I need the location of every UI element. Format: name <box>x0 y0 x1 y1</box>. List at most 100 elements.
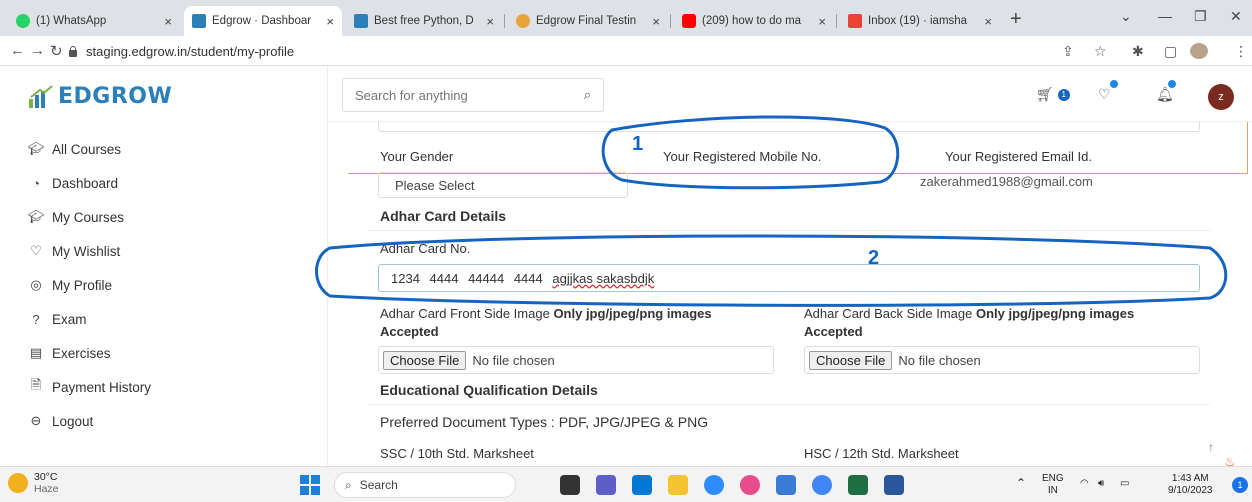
language-indicator[interactable]: ENG IN <box>1042 473 1064 497</box>
teams-icon[interactable] <box>596 475 616 495</box>
file-explorer-icon[interactable] <box>668 475 688 495</box>
excel-icon[interactable] <box>848 475 868 495</box>
restore-icon[interactable]: ❐ <box>1194 8 1207 25</box>
sidebar-item-label: All Courses <box>52 141 122 157</box>
gender-select[interactable]: Please Select <box>378 172 628 198</box>
front-choose-file-button[interactable]: Choose File <box>383 350 467 370</box>
sidebar: EDGROW 🎓︎ All Courses ◔ Dashboard 🎓︎ My … <box>0 66 328 466</box>
back-accepted-label: Accepted <box>804 324 863 339</box>
top-header: ⌕ 🛒︎ 1 ♡ 🔔︎ z <box>328 66 1252 122</box>
bookmark-star-icon[interactable]: ☆ <box>1094 43 1107 60</box>
gauge-icon: ◔ <box>32 175 40 191</box>
sidebar-item-exam[interactable]: ? Exam <box>28 302 151 336</box>
sidebar-item-my-profile[interactable]: ◎ My Profile <box>28 268 151 302</box>
windows-taskbar: 30°C Haze ⌕ Search ⌃ ENG IN ◠ 🔊︎ ▭ 1:43 … <box>0 466 1252 502</box>
address-bar: ← → ↻ staging.edgrow.in/student/my-profi… <box>0 36 1252 66</box>
menu-dots-icon[interactable]: ⋮ <box>1234 43 1248 60</box>
close-icon[interactable]: × <box>486 14 494 29</box>
window-close-icon[interactable]: ✕ <box>1230 8 1242 25</box>
scroll-top-icon[interactable]: ↑ <box>1208 440 1214 454</box>
search-icon[interactable]: ⌕ <box>584 87 591 103</box>
task-view-icon[interactable] <box>560 475 580 495</box>
adhar-section-title: Adhar Card Details <box>380 208 507 224</box>
region-text: IN <box>1047 485 1058 496</box>
tab-gmail[interactable]: Inbox (19) · iamsha × <box>840 6 1000 36</box>
zoom-icon[interactable] <box>704 475 724 495</box>
minimize-icon[interactable]: — <box>1158 8 1172 24</box>
logout-icon: ⊖ <box>30 413 42 428</box>
windows-start-icon[interactable] <box>300 475 320 495</box>
wifi-icon[interactable]: ◠ <box>1080 478 1089 490</box>
front-image-file-input[interactable]: Choose File No file chosen <box>378 346 774 374</box>
tab-title: Best free Python, D <box>374 15 474 27</box>
avatar[interactable]: z <box>1208 84 1234 110</box>
sidebar-item-logout[interactable]: ⊖ Logout <box>28 404 151 438</box>
edgrow-icon <box>354 14 368 28</box>
back-icon[interactable]: ← <box>10 42 25 59</box>
share-icon[interactable]: ⇪ <box>1062 43 1074 60</box>
back-image-file-input[interactable]: Choose File No file chosen <box>804 346 1200 374</box>
volume-icon[interactable]: 🔊︎ <box>1098 478 1104 490</box>
extensions-icon[interactable]: ✱ <box>1132 43 1144 60</box>
sidebar-item-all-courses[interactable]: 🎓︎ All Courses <box>28 132 151 166</box>
chevron-up-icon[interactable]: ⌃ <box>1016 477 1026 489</box>
url-text: staging.edgrow.in/student/my-profile <box>86 43 295 59</box>
education-section-title: Educational Qualification Details <box>380 382 598 398</box>
edgrow-icon <box>192 14 206 28</box>
sidebar-item-exercises[interactable]: ▤ Exercises <box>28 336 151 370</box>
cart-button[interactable]: 🛒︎ 1 <box>1036 86 1070 103</box>
forward-icon[interactable]: → <box>30 42 45 59</box>
back-choose-file-button[interactable]: Choose File <box>809 350 893 370</box>
notepad-icon[interactable] <box>776 475 796 495</box>
reload-icon[interactable]: ↻ <box>50 42 63 60</box>
user-icon: ◎ <box>30 277 42 292</box>
profile-avatar-icon[interactable] <box>1190 43 1208 59</box>
taskbar-search[interactable]: ⌕ Search <box>334 472 516 498</box>
tab-title: Inbox (19) · iamsha <box>868 15 968 27</box>
sidebar-item-dashboard[interactable]: ◔ Dashboard <box>28 166 151 200</box>
notification-button[interactable]: 🔔︎ <box>1156 80 1176 103</box>
sidebar-item-my-wishlist[interactable]: ♡ My Wishlist <box>28 234 151 268</box>
sidebar-item-payment-history[interactable]: 🗎︎ Payment History <box>28 370 151 404</box>
search-input[interactable] <box>355 87 555 103</box>
close-icon[interactable]: × <box>652 14 660 29</box>
store-icon[interactable] <box>632 475 652 495</box>
adhar-number-input[interactable]: 1234 4444 44444 4444 agjjkas sakasbdjk <box>378 264 1200 292</box>
logo-text: EDGROW <box>58 84 173 109</box>
edgrow-logo[interactable]: EDGROW <box>28 84 172 109</box>
flame-icon[interactable]: ♨ <box>1224 454 1236 466</box>
clock[interactable]: 1:43 AM 9/10/2023 <box>1168 473 1213 497</box>
word-icon[interactable] <box>884 475 904 495</box>
search-icon: ⌕ <box>345 477 352 492</box>
tab-youtube[interactable]: (209) how to do ma × <box>674 6 834 36</box>
new-tab-button[interactable]: + <box>1010 8 1022 31</box>
sidebar-nav: 🎓︎ All Courses ◔ Dashboard 🎓︎ My Courses… <box>28 132 151 438</box>
app-icon[interactable] <box>740 475 760 495</box>
chrome-icon[interactable] <box>812 475 832 495</box>
adhar-number-text: agjjkas sakasbdjk <box>552 270 655 286</box>
weather-text: Haze <box>34 483 59 495</box>
sidebar-item-my-courses[interactable]: 🎓︎ My Courses <box>28 200 151 234</box>
close-icon[interactable]: × <box>818 14 826 29</box>
profile-form: Your Gender Your Registered Mobile No. Y… <box>328 122 1252 466</box>
tab-whatsapp[interactable]: (1) WhatsApp × <box>8 6 180 36</box>
back-image-label: Adhar Card Back Side Image Only jpg/jpeg… <box>804 306 1135 321</box>
search-box[interactable]: ⌕ <box>342 78 604 112</box>
wishlist-button[interactable]: ♡ <box>1098 80 1118 103</box>
close-icon[interactable]: × <box>164 14 172 29</box>
hsc-label: HSC / 12th Std. Marksheet <box>804 446 959 461</box>
tab-edgrow-dashboard[interactable]: Edgrow · Dashboar × <box>184 6 342 36</box>
close-icon[interactable]: × <box>326 14 334 29</box>
previous-field[interactable] <box>378 122 1200 132</box>
tab-python[interactable]: Best free Python, D × <box>346 6 502 36</box>
whatsapp-icon <box>16 14 30 28</box>
close-icon[interactable]: × <box>984 14 992 29</box>
notification-badge[interactable]: 1 <box>1232 477 1248 493</box>
battery-icon[interactable]: ▭ <box>1120 478 1129 490</box>
tab-search-icon[interactable]: ⌄ <box>1120 8 1132 25</box>
weather-widget[interactable]: 30°C Haze <box>8 471 59 495</box>
tab-edgrow-testing[interactable]: Edgrow Final Testin × <box>508 6 668 36</box>
url-field[interactable]: staging.edgrow.in/student/my-profile <box>68 41 294 61</box>
sidepanel-icon[interactable]: ▢ <box>1164 43 1177 60</box>
graduation-cap-icon: 🎓︎ <box>27 141 45 156</box>
